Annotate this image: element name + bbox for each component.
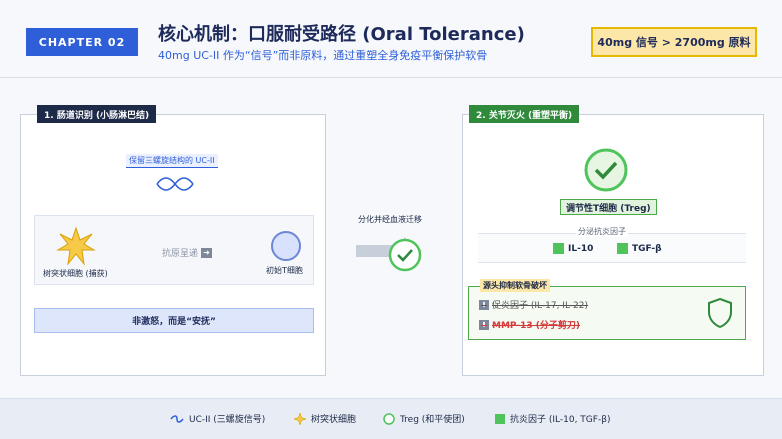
- helix-icon: [156, 177, 194, 191]
- antigen-presentation: 抗原呈递 ➜: [162, 246, 213, 259]
- uc-ii-label: 保留三螺旋结构的 UC-II: [126, 154, 218, 168]
- treg-label: 调节性T细胞 (Treg): [560, 199, 657, 215]
- page-title: 核心机制：口服耐受路径 (Oral Tolerance): [158, 24, 525, 45]
- legend-item-uc-ii: UC-II (三螺旋信号): [170, 412, 265, 425]
- cytokine-il10: IL-10: [553, 243, 593, 254]
- inhibit-row: ⬇ MMP-13 (分子剪刀): [479, 318, 580, 331]
- legend-label: 树突状细胞: [311, 415, 357, 425]
- green-square-icon: [553, 243, 564, 254]
- naive-t-cell-label: 初始T细胞: [266, 266, 303, 275]
- dendritic-cell-label: 树突状细胞 (捕获): [43, 269, 108, 278]
- legend-item-dendritic: 树突状细胞: [294, 412, 356, 425]
- panel-tag-joint: 2. 关节灭火 (重塑平衡): [469, 105, 580, 123]
- migration-label: 分化并经血液迁移: [358, 215, 422, 224]
- panel-tag-gut: 1. 肠道识别 (小肠淋巴结): [37, 105, 157, 123]
- legend-label: 抗炎因子 (IL-10, TGF-β): [510, 415, 611, 425]
- treg-check-icon: [584, 148, 628, 192]
- inhibit-label: 促炎因子 (IL-17, IL-22): [492, 301, 589, 311]
- inhibit-label: MMP-13 (分子剪刀): [492, 321, 580, 331]
- star-icon: [294, 412, 306, 425]
- cytokine-tgf: TGF-β: [617, 243, 662, 254]
- dose-badge: 40mg 信号 > 2700mg 原料: [591, 27, 757, 57]
- legend-item-treg: Treg (和平使团): [383, 412, 465, 425]
- arrow-down-icon: ⬇: [479, 319, 489, 330]
- circle-icon: [383, 412, 395, 425]
- inhibit-box: [468, 286, 746, 340]
- green-square-icon: [495, 413, 505, 424]
- legend-label: Treg (和平使团): [400, 415, 465, 425]
- header: CHAPTER 02 核心机制：口服耐受路径 (Oral Tolerance) …: [0, 0, 782, 78]
- wave-icon: [170, 414, 184, 423]
- chapter-badge: CHAPTER 02: [26, 28, 138, 56]
- cytokine-label: TGF-β: [632, 243, 662, 254]
- calm-banner: 非激怒，而是“安抚”: [34, 308, 314, 333]
- arrow-down-icon: ⬇: [479, 299, 489, 310]
- legend-label: UC-II (三螺旋信号): [189, 415, 266, 425]
- cytokine-box: [478, 233, 746, 263]
- page-subtitle: 40mg UC-II 作为“信号”而非原料，通过重塑全身免疫平衡保护软骨: [158, 49, 488, 62]
- naive-t-cell-icon: [271, 231, 301, 261]
- green-square-icon: [617, 243, 628, 254]
- legend-item-cytokine: 抗炎因子 (IL-10, TGF-β): [495, 412, 610, 425]
- shield-icon: [708, 298, 732, 328]
- secrete-label: 分泌抗炎因子: [576, 226, 628, 237]
- dendritic-cell-icon: [56, 226, 96, 266]
- inhibit-row: ⬇ 促炎因子 (IL-17, IL-22): [479, 298, 588, 311]
- cytokine-label: IL-10: [568, 243, 594, 254]
- inhibit-tag: 源头抑制软骨破坏: [480, 279, 550, 292]
- arrow-right-icon: ➜: [201, 247, 213, 258]
- check-circle-icon: [388, 238, 422, 272]
- antigen-label: 抗原呈递: [162, 249, 199, 259]
